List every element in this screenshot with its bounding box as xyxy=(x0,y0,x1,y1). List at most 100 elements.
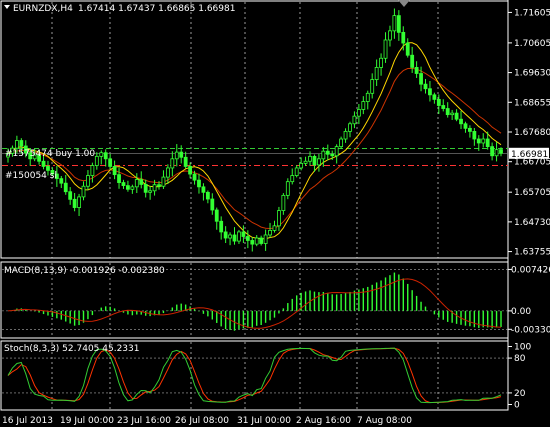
candle-body xyxy=(90,165,95,176)
candle-body xyxy=(428,88,432,96)
price-scale-label: 1.71605 xyxy=(514,8,550,18)
stop-loss-label: #150054 sl xyxy=(5,171,57,181)
candle-body xyxy=(481,138,486,144)
candle-body xyxy=(356,109,361,117)
candle-body xyxy=(219,220,224,233)
candle-body xyxy=(343,130,348,140)
macd-scale-label: 0.007426 xyxy=(511,265,550,275)
candle-body xyxy=(374,67,379,80)
candle-body xyxy=(361,101,366,110)
candle-body xyxy=(157,184,161,187)
candle-body xyxy=(410,54,415,68)
time-axis: 16 Jul 2013 19 Jul 00:00 23 Jul 16:00 26 Ju… xyxy=(2,416,412,426)
shift-marker-icon[interactable] xyxy=(398,0,410,7)
main-panel-frame xyxy=(0,0,509,259)
candlestick-series xyxy=(6,8,503,252)
current-price-tag: 1.66981 xyxy=(509,147,549,160)
candle-body xyxy=(348,123,352,132)
candle-body xyxy=(259,237,264,244)
dropdown-triangle-icon[interactable] xyxy=(4,5,10,9)
candle-body xyxy=(379,57,383,68)
moving-averages xyxy=(7,42,502,240)
candle-body xyxy=(352,115,357,125)
candle-body xyxy=(299,162,304,169)
candle-body xyxy=(148,190,153,193)
candle-body xyxy=(232,234,237,242)
candle-body xyxy=(383,39,388,59)
candle-body xyxy=(250,240,255,245)
candle-body xyxy=(277,210,281,227)
candle-body xyxy=(476,138,481,144)
stoch-title: Stoch(8,3,3) 52.7405 45.2331 xyxy=(4,344,139,354)
macd-scale-label: 0.00 xyxy=(511,307,531,317)
candle-body xyxy=(463,123,468,129)
price-scale-label: 1.68655 xyxy=(514,98,550,108)
candle-body xyxy=(365,92,370,102)
candle-body xyxy=(183,156,188,167)
candle-body xyxy=(499,149,503,154)
candle-body xyxy=(81,185,86,198)
candle-body xyxy=(334,146,339,157)
candle-body xyxy=(68,191,73,200)
macd-title: MACD(8,13,9) -0.001926 -0.002380 xyxy=(4,266,165,276)
price-scale-label: 1.63755 xyxy=(514,248,550,258)
candle-body xyxy=(19,140,24,147)
candle-body xyxy=(134,179,139,188)
candle-body xyxy=(41,160,46,167)
candle-body xyxy=(419,73,423,85)
current-price-label: 1.66981 xyxy=(511,150,548,160)
moving-average-fast xyxy=(7,42,502,240)
time-axis-label: 19 Jul 00:00 xyxy=(60,416,114,426)
candle-body xyxy=(46,166,50,171)
trading-chart[interactable]: 1.716051.706051.696301.686551.676801.667… xyxy=(0,0,550,427)
candle-body xyxy=(436,99,441,106)
candle-body xyxy=(245,236,250,241)
candle-body xyxy=(414,67,419,74)
candle-body xyxy=(112,166,117,176)
candle-body xyxy=(188,166,192,175)
candle-body xyxy=(197,179,201,188)
candle-body xyxy=(450,112,455,116)
candle-body xyxy=(174,151,179,160)
candle-body xyxy=(165,167,170,178)
candle-body xyxy=(392,15,397,32)
candle-body xyxy=(272,225,277,231)
candle-body xyxy=(468,127,472,132)
candle-body xyxy=(321,150,326,160)
candle-body xyxy=(108,158,113,167)
candle-body xyxy=(192,173,197,181)
candle-body xyxy=(472,130,477,140)
candle-body xyxy=(388,30,392,41)
stoch-signal-line xyxy=(7,347,502,403)
price-scale-label: 1.64730 xyxy=(514,218,550,228)
stoch-scale-label: 100 xyxy=(514,342,531,352)
candle-body xyxy=(370,79,375,94)
candle-body xyxy=(490,146,495,157)
candle-body xyxy=(268,230,272,236)
time-axis-label: 31 Jul 00:00 xyxy=(237,416,291,426)
candle-body xyxy=(126,185,130,190)
stoch-scale: 100 80 20 0 xyxy=(508,342,531,411)
candle-body xyxy=(396,15,401,33)
candle-body xyxy=(14,140,19,149)
ohlc-values: 1.67414 1.67437 1.66865 1.66981 xyxy=(78,4,235,14)
time-axis-label: 23 Jul 16:00 xyxy=(117,416,171,426)
candle-body xyxy=(228,234,232,239)
candle-body xyxy=(99,152,104,157)
candle-body xyxy=(201,186,206,193)
time-axis-label: 16 Jul 2013 xyxy=(2,416,53,426)
candle-body xyxy=(312,155,317,166)
candle-body xyxy=(445,108,450,116)
candle-body xyxy=(432,94,437,100)
stoch-scale-label: 0 xyxy=(514,401,520,411)
macd-scale: 0.007426 0.00 -0.003301 xyxy=(508,265,550,335)
price-scale-label: 1.65705 xyxy=(514,188,550,198)
candle-body xyxy=(241,231,246,237)
candle-body xyxy=(281,194,286,212)
order-label: #1575474 buy 1.00 xyxy=(5,149,95,159)
candle-body xyxy=(339,138,344,148)
chart-header: EURNZDX,H4 1.67414 1.67437 1.66865 1.669… xyxy=(4,4,235,14)
candle-body xyxy=(254,237,259,245)
candle-body xyxy=(441,105,446,109)
candle-body xyxy=(325,150,330,155)
